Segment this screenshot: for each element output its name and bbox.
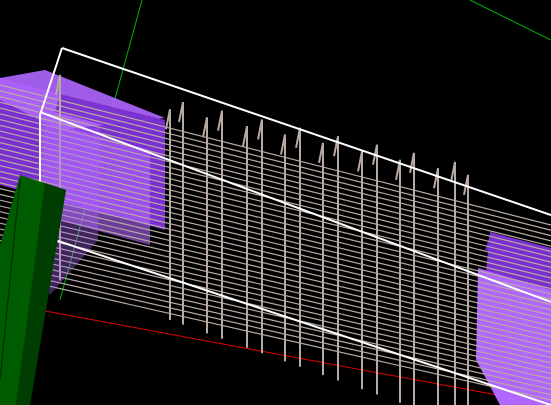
wireframe-scene[interactable] [0,0,551,405]
axis-y-line-upper [469,0,551,41]
vertical-wire [178,101,184,325]
vertical-wire [257,119,263,354]
axis-x-line [39,309,551,405]
vertical-wire [450,161,456,405]
green-clamp[interactable] [0,175,66,405]
3d-viewport[interactable] [0,0,551,405]
vertical-wire [202,117,208,334]
vertical-wire [165,109,171,320]
vertical-wire [409,152,415,405]
vertical-wire [433,167,439,405]
vertical-wire [372,144,378,395]
